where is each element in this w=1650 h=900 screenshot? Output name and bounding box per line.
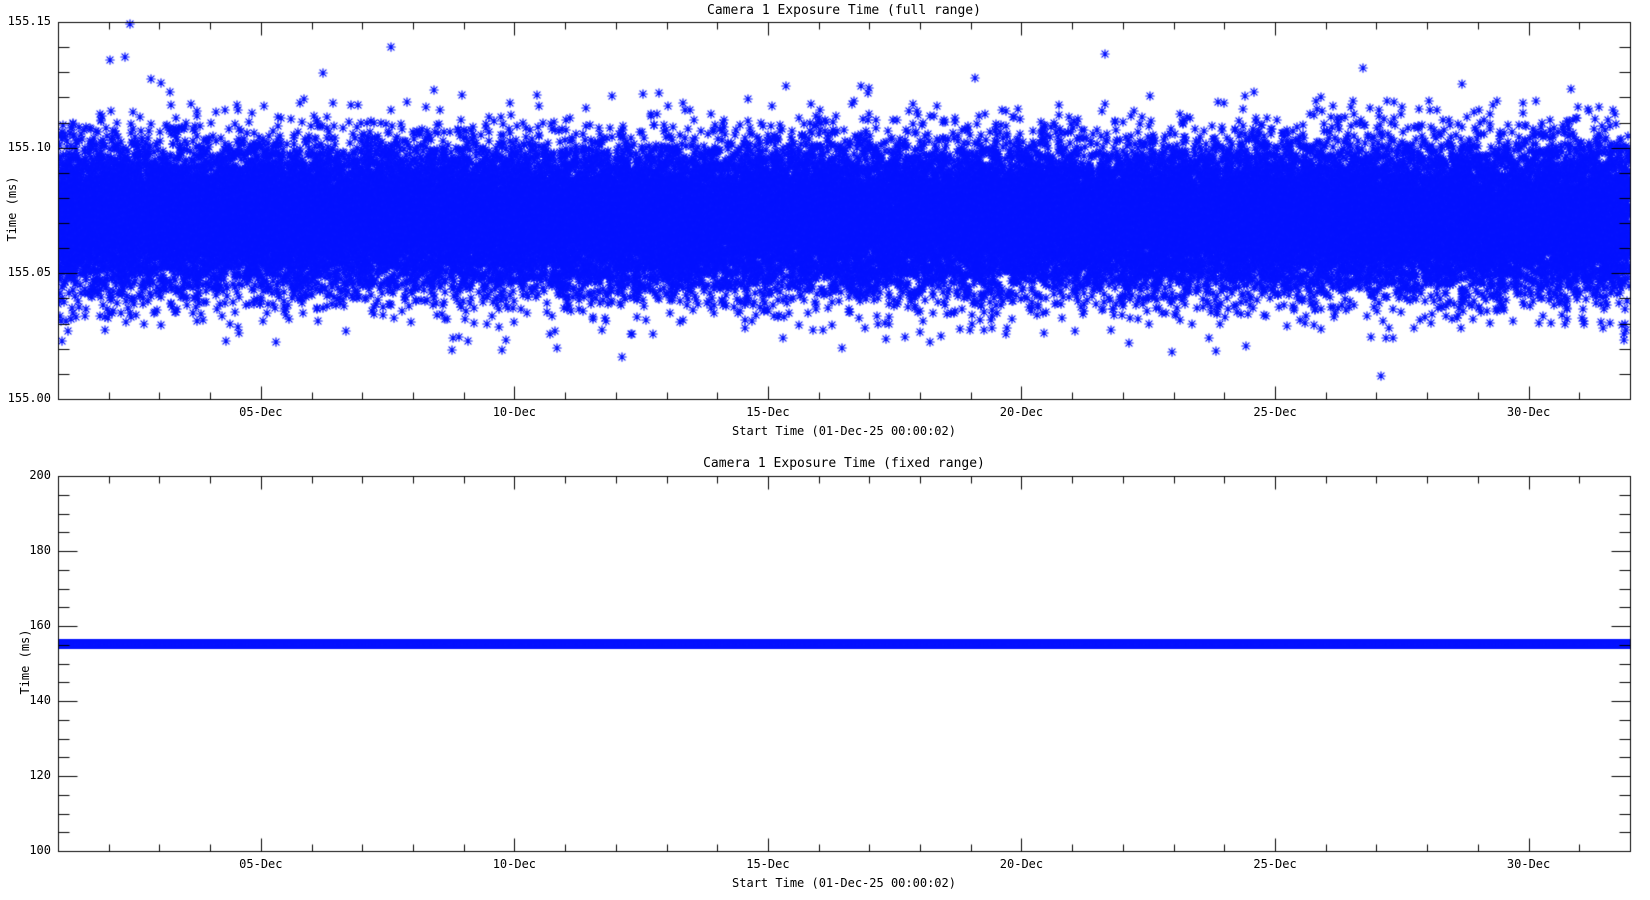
plots-canvas [0, 0, 1650, 900]
exposure-time-figure: Camera 1 Exposure Time (full range) Came… [0, 0, 1650, 900]
